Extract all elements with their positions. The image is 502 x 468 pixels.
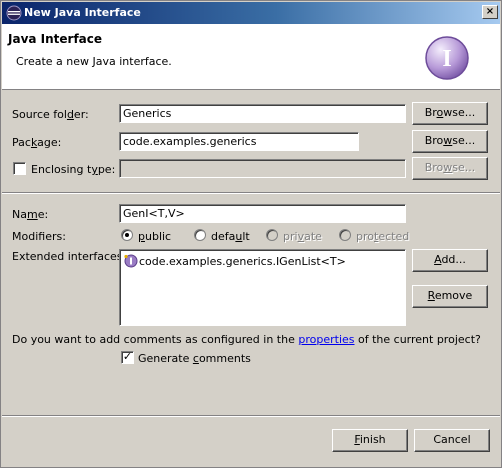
enclosing-type-input[interactable] bbox=[119, 159, 406, 178]
enclosing-type-browse-button[interactable]: Browse... bbox=[412, 157, 488, 180]
enclosing-type-checkbox[interactable] bbox=[13, 162, 26, 175]
interface-icon: I bbox=[425, 36, 469, 80]
page-title: Java Interface bbox=[8, 32, 103, 46]
source-folder-input[interactable]: Generics bbox=[119, 104, 406, 123]
modifier-private-radio[interactable] bbox=[266, 229, 278, 241]
close-button[interactable]: × bbox=[482, 5, 498, 19]
name-input[interactable]: GenI<T,V> bbox=[119, 204, 406, 223]
modifier-public-radio[interactable] bbox=[121, 229, 133, 241]
package-label: Package: bbox=[12, 136, 62, 149]
source-folder-browse-button[interactable]: Browse... bbox=[412, 102, 488, 125]
package-browse-button[interactable]: Browse... bbox=[412, 130, 488, 153]
modifiers-label: Modifiers: bbox=[12, 230, 66, 243]
properties-link[interactable]: properties bbox=[298, 333, 354, 346]
checkmark-icon: ✓ bbox=[122, 350, 133, 363]
modifier-default-radio[interactable] bbox=[194, 229, 206, 241]
footer-separator bbox=[2, 415, 500, 417]
modifier-protected-radio[interactable] bbox=[339, 229, 351, 241]
comments-question: Do you want to add comments as configure… bbox=[12, 333, 481, 346]
remove-interface-button[interactable]: Remove bbox=[412, 285, 488, 308]
modifier-default-label: default bbox=[211, 230, 250, 243]
package-input[interactable]: code.examples.generics bbox=[119, 132, 359, 151]
enclosing-type-label: Enclosing type: bbox=[31, 163, 116, 176]
close-icon: × bbox=[485, 6, 495, 17]
interface-icon bbox=[124, 254, 138, 268]
modifier-protected-label: protected bbox=[356, 230, 410, 243]
interface-icon-letter: I bbox=[442, 46, 451, 72]
list-item-text: code.examples.generics.IGenList<T> bbox=[139, 255, 346, 268]
title-bar[interactable]: New Java Interface × bbox=[2, 2, 500, 24]
dialog-window: New Java Interface × Java Interface Crea… bbox=[0, 0, 502, 468]
separator bbox=[2, 192, 500, 194]
name-label: Name: bbox=[12, 208, 49, 221]
modifier-public-label: public bbox=[138, 230, 172, 243]
window-title: New Java Interface bbox=[24, 6, 141, 19]
page-description: Create a new Java interface. bbox=[16, 55, 172, 68]
extended-interfaces-list[interactable]: code.examples.generics.IGenList<T> bbox=[119, 249, 406, 326]
extended-interfaces-label: Extended interfaces: bbox=[12, 250, 127, 263]
add-interface-button[interactable]: Add... bbox=[412, 249, 488, 272]
finish-button[interactable]: Finish bbox=[332, 429, 408, 452]
cancel-button[interactable]: Cancel bbox=[414, 429, 490, 452]
modifier-private-label: private bbox=[283, 230, 322, 243]
wizard-header: Java Interface Create a new Java interfa… bbox=[2, 24, 500, 90]
generate-comments-label: Generate comments bbox=[138, 352, 251, 365]
generate-comments-checkbox[interactable]: ✓ bbox=[121, 351, 134, 364]
eclipse-icon bbox=[6, 5, 22, 21]
source-folder-label: Source folder: bbox=[12, 108, 89, 121]
